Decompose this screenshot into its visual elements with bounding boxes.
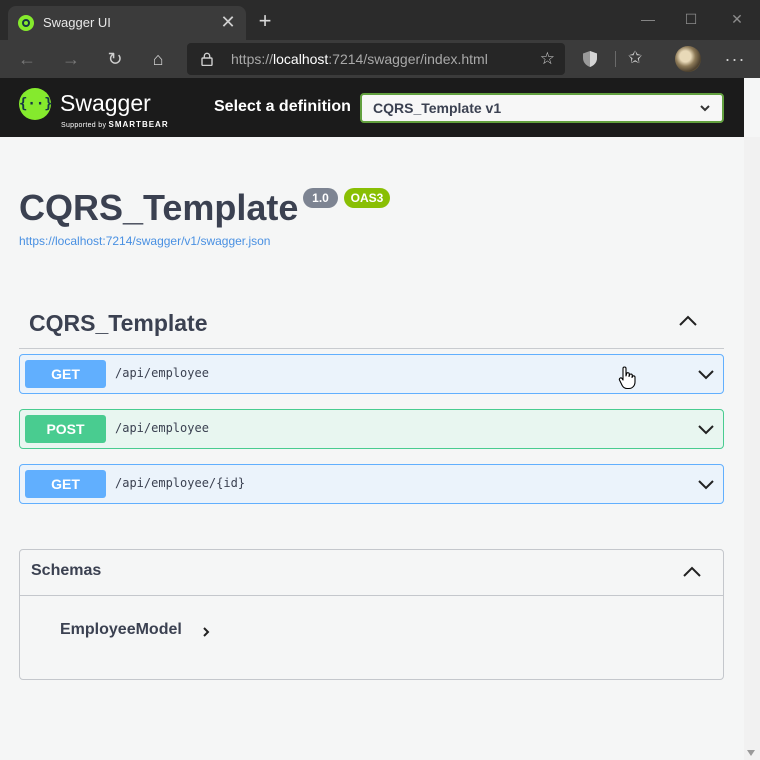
model-employeemodel[interactable]: EmployeeModel [60, 621, 182, 639]
chevron-down-icon[interactable] [697, 367, 715, 381]
toolbar-divider [615, 51, 616, 67]
refresh-button[interactable]: ↻ [101, 45, 129, 73]
chevron-up-icon[interactable] [681, 564, 703, 580]
more-options-icon[interactable]: ··· [722, 45, 748, 73]
definition-select[interactable]: CQRS_Template v1 [360, 93, 724, 123]
maximize-button[interactable]: ☐ [676, 6, 706, 32]
url-text: https://localhost:7214/swagger/index.htm… [231, 51, 488, 67]
operation-post-employee[interactable]: POST /api/employee [19, 409, 724, 449]
method-badge: POST [25, 415, 106, 443]
chevron-down-icon[interactable] [697, 422, 715, 436]
swagger-favicon-icon [18, 15, 34, 31]
method-badge: GET [25, 360, 106, 388]
home-button[interactable]: ⌂ [144, 45, 172, 73]
new-tab-button[interactable]: + [252, 8, 278, 34]
hand-cursor-icon [618, 366, 636, 390]
page-scrollbar[interactable] [744, 137, 760, 760]
tag-divider [19, 348, 724, 349]
swagger-logo-icon[interactable]: {··} [19, 88, 53, 120]
tab-close-button[interactable]: ✕ [216, 10, 240, 34]
schemas-title: Schemas [31, 562, 102, 579]
shield-extension-icon[interactable] [582, 50, 598, 68]
browser-toolbar: ← → ↻ ⌂ https://localhost:7214/swagger/i… [0, 40, 760, 78]
operation-path: /api/employee [115, 366, 209, 380]
spec-json-link[interactable]: https://localhost:7214/swagger/v1/swagge… [19, 234, 270, 248]
version-badge: 1.0 [303, 188, 338, 208]
browser-tab[interactable]: Swagger UI ✕ [8, 6, 246, 40]
favorites-icon[interactable]: ✩ [628, 48, 642, 68]
minimize-button[interactable]: — [633, 6, 663, 32]
profile-avatar[interactable] [675, 46, 701, 72]
definition-selected-value: CQRS_Template v1 [373, 100, 502, 116]
back-button[interactable]: ← [13, 45, 41, 73]
tag-title[interactable]: CQRS_Template [29, 310, 208, 337]
chevron-right-icon[interactable] [201, 626, 211, 638]
close-window-button[interactable]: ✕ [722, 6, 752, 32]
swagger-logo-subtitle: Supported by SMARTBEAR [61, 120, 169, 129]
tab-title: Swagger UI [43, 15, 111, 30]
operation-path: /api/employee/{id} [115, 476, 246, 490]
chevron-down-icon [700, 105, 710, 112]
swagger-logo-text[interactable]: Swagger [60, 90, 151, 117]
operation-path: /api/employee [115, 421, 209, 435]
operation-get-employee-by-id[interactable]: GET /api/employee/{id} [19, 464, 724, 504]
chevron-down-icon[interactable] [697, 477, 715, 491]
scroll-down-arrow-icon[interactable] [747, 750, 755, 756]
schemas-header[interactable]: Schemas [20, 550, 723, 596]
address-bar[interactable]: https://localhost:7214/swagger/index.htm… [187, 43, 565, 75]
schemas-section: Schemas EmployeeModel [19, 549, 724, 680]
browser-titlebar: Swagger UI ✕ + — ☐ ✕ [0, 0, 760, 40]
add-favorite-icon[interactable]: ☆ [540, 49, 555, 69]
swagger-topbar: {··} Swagger Supported by SMARTBEAR Sele… [0, 78, 744, 137]
definition-label: Select a definition [214, 98, 351, 115]
method-badge: GET [25, 470, 106, 498]
chevron-up-icon[interactable] [677, 313, 699, 329]
lock-icon [201, 52, 213, 66]
forward-button[interactable]: → [57, 45, 85, 73]
oas-badge: OAS3 [344, 188, 390, 208]
api-title: CQRS_Template [19, 187, 299, 228]
